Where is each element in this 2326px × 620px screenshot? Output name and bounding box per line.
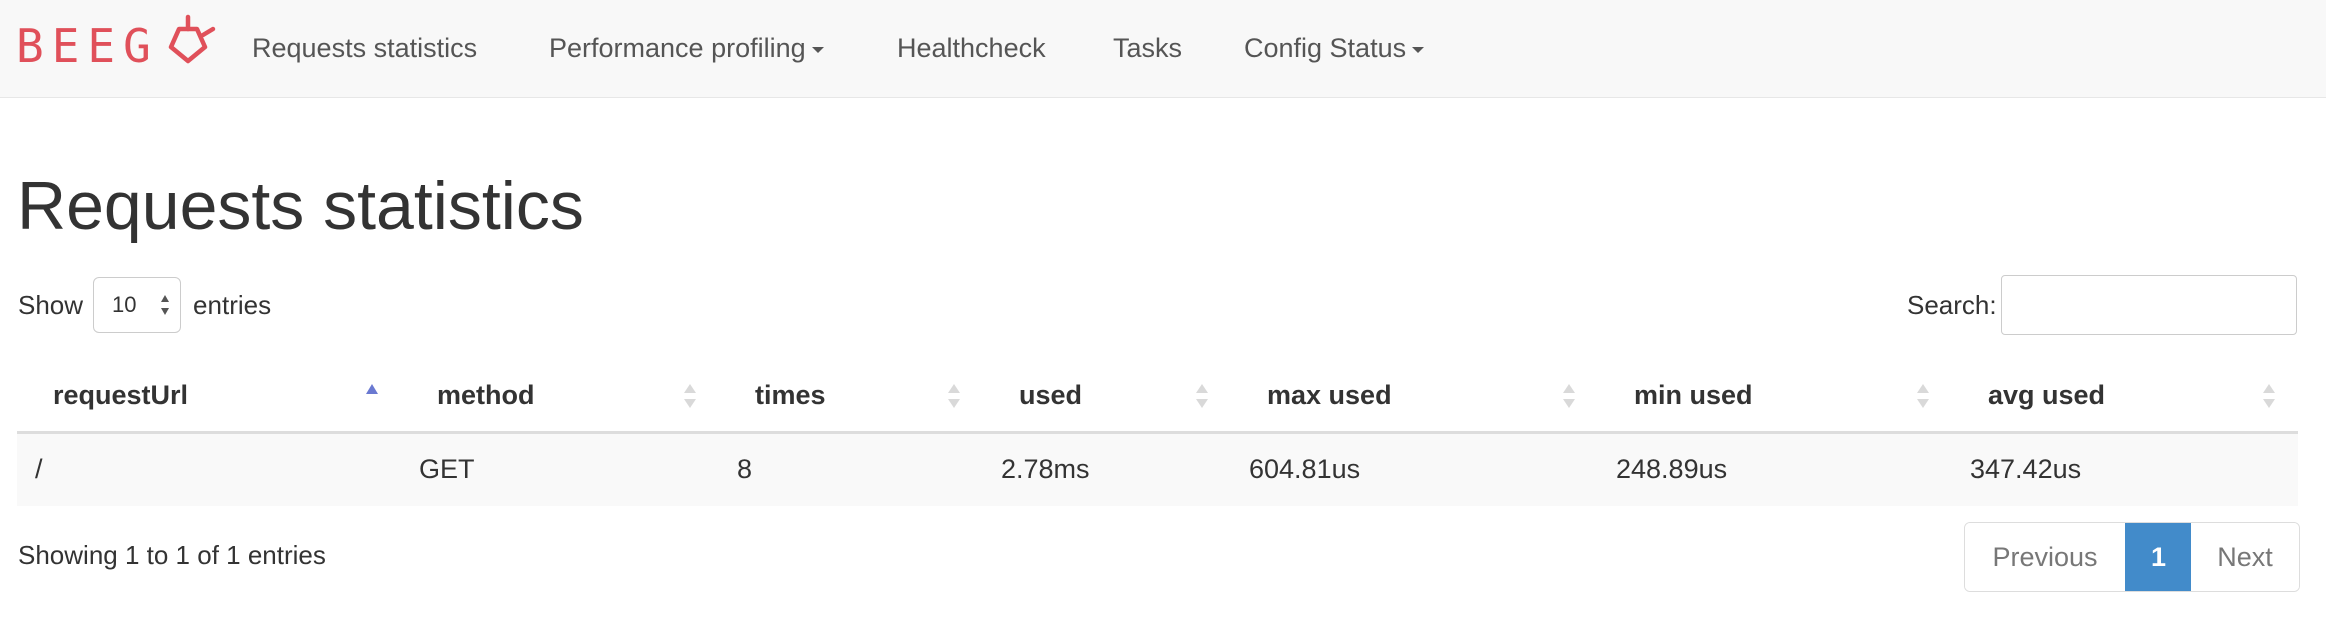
cell-times: 8 xyxy=(719,432,983,506)
caret-down-icon xyxy=(1412,46,1425,53)
column-header-label: method xyxy=(437,379,535,410)
column-header-method[interactable]: method xyxy=(401,360,719,434)
previous-page-button[interactable]: Previous xyxy=(1965,523,2125,591)
search-input[interactable] xyxy=(2000,275,2297,335)
cell-method: GET xyxy=(401,432,719,506)
nav-label: Config Status xyxy=(1244,33,1407,63)
cell-used: 2.78ms xyxy=(983,432,1231,506)
nav-tasks[interactable]: Tasks xyxy=(1113,0,1182,96)
column-header-min-used[interactable]: min used xyxy=(1598,360,1952,434)
column-header-label: times xyxy=(755,379,826,410)
sort-ascending-icon xyxy=(366,384,378,394)
column-header-label: min used xyxy=(1634,379,1753,410)
cell-max-used: 604.81us xyxy=(1231,432,1598,506)
cell-min-used: 248.89us xyxy=(1598,432,1952,506)
table-row: / GET 8 2.78ms 604.81us 248.89us 347.42u… xyxy=(17,432,2298,506)
sort-both-icon xyxy=(2263,384,2275,408)
sort-both-icon xyxy=(948,384,960,408)
show-label: Show xyxy=(18,289,84,320)
sort-both-icon xyxy=(1917,384,1929,408)
column-header-label: requestUrl xyxy=(53,379,189,410)
sort-both-icon xyxy=(1563,384,1575,408)
entries-label: entries xyxy=(193,289,272,320)
column-header-used[interactable]: used xyxy=(983,360,1231,434)
nav-config-status[interactable]: Config Status xyxy=(1244,0,1425,96)
brand-wordmark: BEEG xyxy=(16,19,159,73)
table-header-row: requestUrl method times used max used mi… xyxy=(17,360,2298,434)
column-header-label: max used xyxy=(1267,379,1392,410)
nav-label: Tasks xyxy=(1113,33,1183,63)
search-control: Search: xyxy=(1907,275,2297,335)
next-page-button[interactable]: Next xyxy=(2191,523,2299,591)
nav-label: Healthcheck xyxy=(897,33,1046,63)
pagination: Previous 1 Next xyxy=(1964,522,2300,592)
beego-logo-icon xyxy=(161,11,217,76)
nav-healthcheck[interactable]: Healthcheck xyxy=(897,0,1046,96)
column-header-requesturl[interactable]: requestUrl xyxy=(17,360,401,434)
column-header-label: used xyxy=(1019,379,1083,410)
entries-length-control: Show 10 entries xyxy=(18,276,271,334)
column-header-times[interactable]: times xyxy=(719,360,983,434)
sort-both-icon xyxy=(1196,384,1208,408)
page-title: Requests statistics xyxy=(17,168,584,244)
nav-label: Performance profiling xyxy=(549,33,806,63)
column-header-max-used[interactable]: max used xyxy=(1231,360,1598,434)
cell-avg-used: 347.42us xyxy=(1952,432,2298,506)
caret-down-icon xyxy=(811,46,824,53)
requests-statistics-table: requestUrl method times used max used mi… xyxy=(17,360,2298,506)
nav-requests-statistics[interactable]: Requests statistics xyxy=(252,0,477,96)
sort-both-icon xyxy=(684,384,696,408)
column-header-label: avg used xyxy=(1988,379,2106,410)
page-1-button[interactable]: 1 xyxy=(2125,523,2191,591)
select-updown-icon xyxy=(161,295,170,315)
nav-performance-profiling[interactable]: Performance profiling xyxy=(549,0,824,96)
entries-per-page-value: 10 xyxy=(112,292,137,317)
nav-label: Requests statistics xyxy=(252,33,478,63)
table-info-text: Showing 1 to 1 of 1 entries xyxy=(18,540,326,570)
entries-per-page-select[interactable]: 10 xyxy=(93,277,182,333)
brand-logo-link[interactable]: BEEG xyxy=(16,4,217,88)
cell-requesturl: / xyxy=(17,432,401,506)
top-navbar: BEEG Requests statistics Performance pro… xyxy=(0,0,2326,98)
column-header-avg-used[interactable]: avg used xyxy=(1952,360,2298,434)
search-label: Search: xyxy=(1907,289,1997,320)
